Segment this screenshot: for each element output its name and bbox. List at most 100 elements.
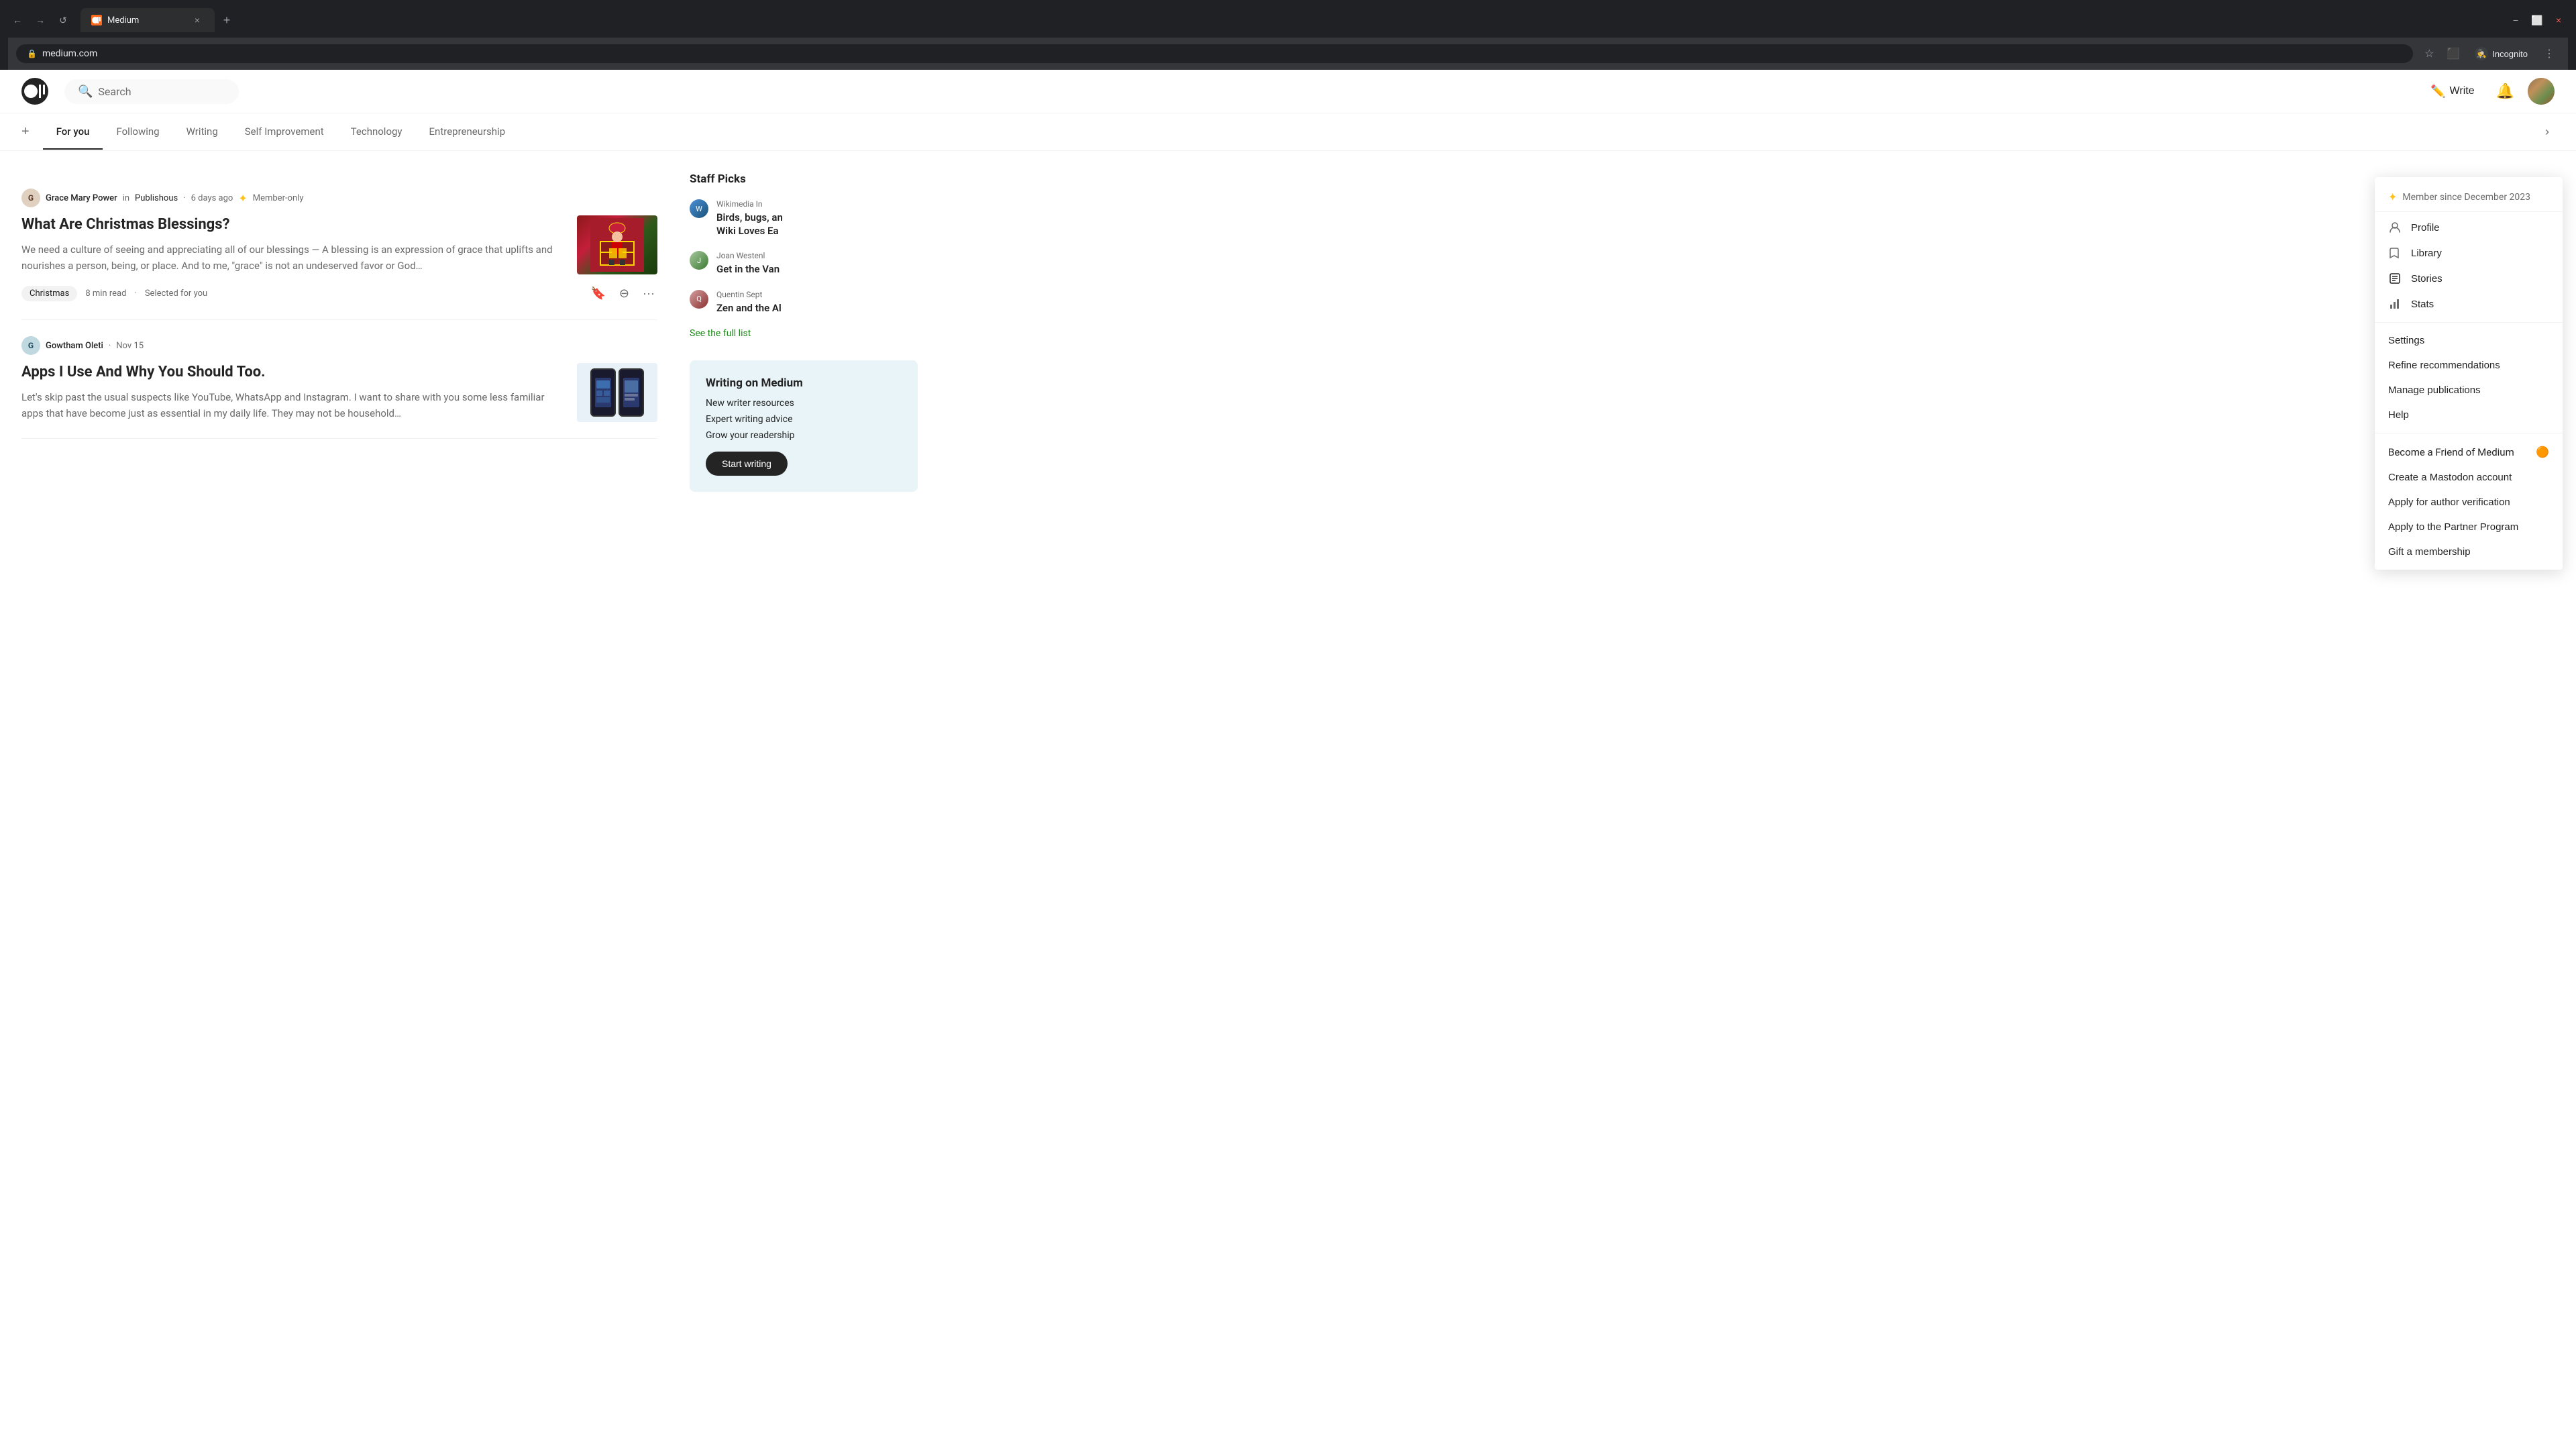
stats-menu-item[interactable]: Stats xyxy=(2375,291,2563,317)
apps-thumb xyxy=(577,363,657,422)
tab-close-button[interactable]: × xyxy=(191,13,204,27)
nav-tab-for-you[interactable]: For you xyxy=(43,115,103,150)
author-verification-menu-item[interactable]: Apply for author verification xyxy=(2375,490,2563,515)
partner-program-menu-item[interactable]: Apply to the Partner Program xyxy=(2375,515,2563,539)
publication-name[interactable]: Publishous xyxy=(135,193,178,203)
article-title[interactable]: Apps I Use And Why You Should Too. xyxy=(21,363,564,382)
address-bar[interactable]: 🔒 medium.com xyxy=(16,44,2413,63)
sp-title[interactable]: Zen and the Al xyxy=(716,302,782,315)
gift-membership-menu-item[interactable]: Gift a membership xyxy=(2375,539,2563,564)
settings-menu-item[interactable]: Settings xyxy=(2375,328,2563,353)
refine-recommendations-menu-item[interactable]: Refine recommendations xyxy=(2375,353,2563,378)
phone-mock-2 xyxy=(619,368,644,417)
extensions-button[interactable]: ⬛ xyxy=(2443,43,2464,64)
nav-tab-following[interactable]: Following xyxy=(103,115,172,150)
start-writing-button[interactable]: Start writing xyxy=(706,452,788,476)
window-minimize-button[interactable]: − xyxy=(2506,11,2525,30)
tab-favicon xyxy=(91,15,102,25)
medium-main: G Grace Mary Power in Publishous · 6 day… xyxy=(0,151,939,513)
forward-button[interactable]: → xyxy=(31,11,50,30)
help-menu-item[interactable]: Help xyxy=(2375,403,2563,427)
member-since-text: Member since December 2023 xyxy=(2402,192,2530,203)
sidebar: Staff Picks W Wikimedia In Birds, bugs, … xyxy=(690,172,918,492)
nav-tab-writing[interactable]: Writing xyxy=(173,115,231,150)
incognito-button[interactable]: 🕵 Incognito xyxy=(2467,43,2536,64)
create-mastodon-menu-item[interactable]: Create a Mastodon account xyxy=(2375,465,2563,490)
nav-tab-self-improvement[interactable]: Self Improvement xyxy=(231,115,337,150)
nav-tab-entrepreneurship[interactable]: Entrepreneurship xyxy=(416,115,519,150)
sp-avatar: W xyxy=(690,199,708,218)
article-meta: G Gowtham Oleti · Nov 15 xyxy=(21,336,657,355)
staff-pick-item: J Joan Westenl Get in the Van xyxy=(690,251,918,276)
refresh-button[interactable]: ↺ xyxy=(54,11,72,30)
browser-chrome: ← → ↺ Medium × + − ⬜ × xyxy=(0,0,2576,70)
sp-title[interactable]: Birds, bugs, anWiki Loves Ea xyxy=(716,211,783,238)
sp-avatar: Q xyxy=(690,290,708,309)
more-button[interactable]: ⋮ xyxy=(2538,43,2560,64)
wom-item: Grow your readership xyxy=(706,430,902,441)
nav-more-button[interactable]: › xyxy=(2540,114,2555,150)
notification-button[interactable]: 🔔 xyxy=(2493,80,2517,103)
window-maximize-button[interactable]: ⬜ xyxy=(2528,11,2546,30)
library-icon xyxy=(2388,247,2402,259)
article-thumbnail xyxy=(577,363,657,422)
dropdown-menu: ✦ Member since December 2023 Profile Lib… xyxy=(2375,177,2563,570)
browser-tab[interactable]: Medium × xyxy=(80,8,215,32)
medium-logo[interactable] xyxy=(21,78,48,105)
library-menu-item[interactable]: Library xyxy=(2375,240,2563,266)
window-close-button[interactable]: × xyxy=(2549,11,2568,30)
profile-menu-item[interactable]: Profile xyxy=(2375,215,2563,240)
library-label: Library xyxy=(2411,248,2442,259)
stats-icon xyxy=(2388,298,2402,310)
author-name[interactable]: Gowtham Oleti xyxy=(46,341,103,351)
more-article-button[interactable]: ··· xyxy=(640,284,657,303)
bookmark-article-button[interactable]: 🔖 xyxy=(588,284,608,303)
sp-title[interactable]: Get in the Van xyxy=(716,263,780,276)
author-avatar: G xyxy=(21,189,40,207)
stories-icon xyxy=(2388,272,2402,284)
search-icon: 🔍 xyxy=(78,85,93,99)
medium-nav: + For you Following Writing Self Improve… xyxy=(0,113,2576,151)
time-ago: 6 days ago xyxy=(191,193,233,203)
article-card: G Gowtham Oleti · Nov 15 Apps I Use And … xyxy=(21,320,657,439)
new-tab-button[interactable]: + xyxy=(217,11,236,30)
profile-avatar-button[interactable] xyxy=(2528,78,2555,105)
article-card: G Grace Mary Power in Publishous · 6 day… xyxy=(21,172,657,320)
article-tag[interactable]: Christmas xyxy=(21,286,77,301)
article-excerpt: Let's skip past the usual suspects like … xyxy=(21,389,564,421)
medium-app: 🔍 Search ✏️ Write 🔔 + For you Following … xyxy=(0,70,2576,1452)
hide-article-button[interactable]: ⊖ xyxy=(616,284,632,303)
write-label: Write xyxy=(2450,85,2475,97)
writing-on-medium: Writing on Medium New writer resources E… xyxy=(690,360,918,492)
author-name[interactable]: Grace Mary Power xyxy=(46,193,117,203)
article-excerpt: We need a culture of seeing and apprecia… xyxy=(21,242,564,274)
see-full-list-link[interactable]: See the full list xyxy=(690,328,918,339)
tab-title: Medium xyxy=(107,15,139,25)
article-text: Apps I Use And Why You Should Too. Let's… xyxy=(21,363,564,421)
search-placeholder: Search xyxy=(98,85,131,98)
member-only-label: Member-only xyxy=(253,193,304,203)
star-icon: ✦ xyxy=(2388,191,2397,203)
sp-avatar: J xyxy=(690,251,708,270)
address-text: medium.com xyxy=(42,48,97,59)
write-icon: ✏️ xyxy=(2430,85,2445,99)
header-right: ✏️ Write 🔔 xyxy=(2422,78,2555,105)
nav-add-button[interactable]: + xyxy=(21,113,38,150)
article-title[interactable]: What Are Christmas Blessings? xyxy=(21,215,564,235)
write-button[interactable]: ✏️ Write xyxy=(2422,79,2482,104)
become-friend-label: Become a Friend of Medium xyxy=(2388,446,2514,458)
read-time: 8 min read xyxy=(85,289,126,299)
author-avatar: G xyxy=(21,336,40,355)
bookmark-button[interactable]: ☆ xyxy=(2418,43,2440,64)
become-friend-row[interactable]: Become a Friend of Medium 🟠 xyxy=(2375,439,2563,465)
manage-publications-menu-item[interactable]: Manage publications xyxy=(2375,378,2563,403)
footer-actions: 🔖 ⊖ ··· xyxy=(588,284,658,303)
back-button[interactable]: ← xyxy=(8,11,27,30)
search-bar[interactable]: 🔍 Search xyxy=(64,79,239,104)
article-footer: Christmas 8 min read · Selected for you … xyxy=(21,284,657,303)
profile-label: Profile xyxy=(2411,222,2440,234)
stats-label: Stats xyxy=(2411,299,2434,310)
article-meta: G Grace Mary Power in Publishous · 6 day… xyxy=(21,189,657,207)
nav-tab-technology[interactable]: Technology xyxy=(337,115,416,150)
stories-menu-item[interactable]: Stories xyxy=(2375,266,2563,291)
